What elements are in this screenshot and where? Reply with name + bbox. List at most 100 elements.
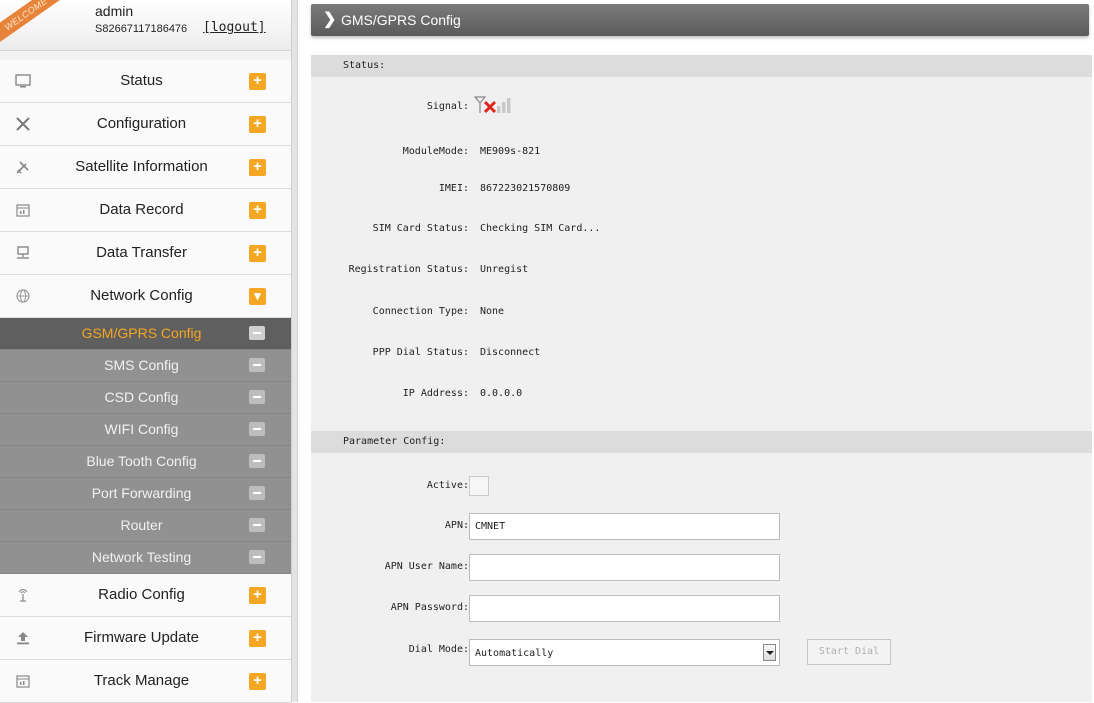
expand-plus-icon[interactable]: +	[249, 73, 266, 90]
page-title-bar: ❯ GMS/GPRS Config	[311, 4, 1089, 36]
submenu-item-router[interactable]: Router	[0, 510, 291, 542]
module-mode-value: ME909s-821	[480, 146, 541, 157]
submenu-item-wifi-config[interactable]: WIFI Config	[0, 414, 291, 446]
expand-plus-icon[interactable]: +	[249, 159, 266, 176]
logout-label[interactable]: logout	[211, 20, 258, 35]
menu-label: Data Transfer	[96, 244, 187, 261]
menu-label: Firmware Update	[83, 629, 200, 646]
calendar-icon	[14, 201, 32, 219]
username: admin	[95, 3, 134, 19]
minus-icon	[249, 326, 265, 340]
dropdown-arrow-icon[interactable]	[763, 644, 776, 661]
submenu-label: CSD Config	[104, 389, 179, 405]
apn-password-input[interactable]	[469, 595, 780, 622]
monitor-icon	[14, 72, 32, 90]
ppp-dial-status-label: PPP Dial Status:	[372, 347, 469, 358]
minus-icon	[249, 518, 265, 532]
collapse-chevron-icon[interactable]: ▾	[249, 288, 266, 305]
submenu-item-network-testing[interactable]: Network Testing	[0, 542, 291, 574]
network-config-submenu: GSM/GPRS Config SMS Config CSD Config WI…	[0, 318, 291, 574]
globe-icon	[14, 287, 32, 305]
minus-icon	[249, 454, 265, 468]
submenu-item-bluetooth-config[interactable]: Blue Tooth Config	[0, 446, 291, 478]
menu-item-track-manage[interactable]: Track Manage +	[0, 660, 291, 703]
minus-icon	[249, 422, 265, 436]
ip-address-value: 0.0.0.0	[480, 388, 523, 399]
active-checkbox[interactable]	[469, 476, 489, 496]
menu-label: Radio Config	[98, 586, 185, 603]
registration-status-label: Registration Status:	[348, 264, 469, 275]
expand-plus-icon[interactable]: +	[249, 630, 266, 647]
menu-item-radio-config[interactable]: Radio Config +	[0, 574, 291, 617]
menu-label: Satellite Information	[75, 158, 208, 175]
apn-user-name-input[interactable]	[469, 554, 780, 581]
expand-plus-icon[interactable]: +	[249, 587, 266, 604]
signal-row: Signal:	[311, 97, 1092, 117]
menu-label: Track Manage	[93, 672, 190, 689]
dial-mode-value: Automatically	[475, 648, 554, 659]
connection-type-value: None	[480, 306, 505, 317]
sidebar: WELCOME admin S82667117186476 [logout] S…	[0, 0, 291, 703]
upload-icon	[14, 629, 32, 647]
welcome-ribbon: WELCOME	[0, 0, 70, 49]
imei-row: IMEI: 867223021570809	[311, 179, 1092, 199]
active-row: Active:	[311, 476, 1092, 496]
active-label: Active:	[426, 480, 469, 491]
sidebar-divider[interactable]	[291, 0, 298, 702]
apn-user-name-label: APN User Name:	[384, 561, 469, 572]
submenu-label: Router	[120, 517, 163, 533]
signal-label: Signal:	[426, 101, 469, 112]
apn-input[interactable]: CMNET	[469, 513, 780, 540]
submenu-item-gsm-gprs-config[interactable]: GSM/GPRS Config	[0, 318, 291, 350]
sim-status-row: SIM Card Status: Checking SIM Card...	[311, 219, 1092, 239]
expand-plus-icon[interactable]: +	[249, 245, 266, 262]
signal-no-service-icon	[473, 95, 530, 115]
submenu-item-sms-config[interactable]: SMS Config	[0, 350, 291, 382]
submenu-label: Blue Tooth Config	[86, 453, 197, 469]
ip-address-label: IP Address:	[402, 388, 469, 399]
module-mode-row: ModuleMode: ME909s-821	[311, 142, 1092, 162]
dial-mode-select[interactable]: Automatically	[469, 639, 780, 666]
menu-item-status[interactable]: Status +	[0, 60, 291, 103]
device-serial: S82667117186476	[95, 23, 188, 35]
submenu-label: Network Testing	[91, 549, 192, 565]
user-info-panel: WELCOME admin S82667117186476 [logout]	[0, 0, 291, 51]
submenu-label: Port Forwarding	[91, 485, 192, 501]
connection-type-label: Connection Type:	[372, 306, 469, 317]
expand-plus-icon[interactable]: +	[249, 116, 266, 133]
registration-status-value: Unregist	[480, 264, 529, 275]
module-mode-label: ModuleMode:	[402, 146, 469, 157]
submenu-item-csd-config[interactable]: CSD Config	[0, 382, 291, 414]
ip-address-row: IP Address: 0.0.0.0	[311, 384, 1092, 404]
menu-item-firmware-update[interactable]: Firmware Update +	[0, 617, 291, 660]
menu-item-data-record[interactable]: Data Record +	[0, 189, 291, 232]
dial-mode-label: Dial Mode:	[408, 644, 469, 655]
parameter-config-heading: Parameter Config:	[311, 431, 1092, 453]
sim-status-value: Checking SIM Card...	[480, 223, 601, 234]
expand-plus-icon[interactable]: +	[249, 202, 266, 219]
apn-label: APN:	[444, 520, 469, 531]
expand-plus-icon[interactable]: +	[249, 673, 266, 690]
sim-status-label: SIM Card Status:	[372, 223, 469, 234]
network-transfer-icon	[14, 244, 32, 262]
submenu-item-port-forwarding[interactable]: Port Forwarding	[0, 478, 291, 510]
imei-label: IMEI:	[438, 183, 469, 194]
menu-label: Network Config	[90, 287, 193, 304]
calendar-icon	[14, 672, 32, 690]
menu-item-satellite-information[interactable]: Satellite Information +	[0, 146, 291, 189]
imei-value: 867223021570809	[480, 183, 571, 194]
submenu-label: GSM/GPRS Config	[81, 325, 202, 341]
menu-label: Configuration	[96, 115, 187, 132]
radio-antenna-icon	[14, 586, 32, 604]
logout-link[interactable]: [logout]	[203, 20, 266, 35]
ppp-dial-status-value: Disconnect	[480, 347, 541, 358]
start-dial-button[interactable]: Start Dial	[807, 639, 891, 665]
menu-item-configuration[interactable]: Configuration +	[0, 103, 291, 146]
apn-password-label: APN Password:	[390, 602, 469, 613]
menu-item-network-config[interactable]: Network Config ▾	[0, 275, 291, 318]
config-panel: Status: Signal: ModuleMode: ME909s-821 I…	[311, 55, 1092, 702]
menu-item-data-transfer[interactable]: Data Transfer +	[0, 232, 291, 275]
satellite-icon	[14, 158, 32, 176]
chevron-right-icon: ❯	[323, 11, 337, 28]
registration-status-row: Registration Status: Unregist	[311, 260, 1092, 280]
